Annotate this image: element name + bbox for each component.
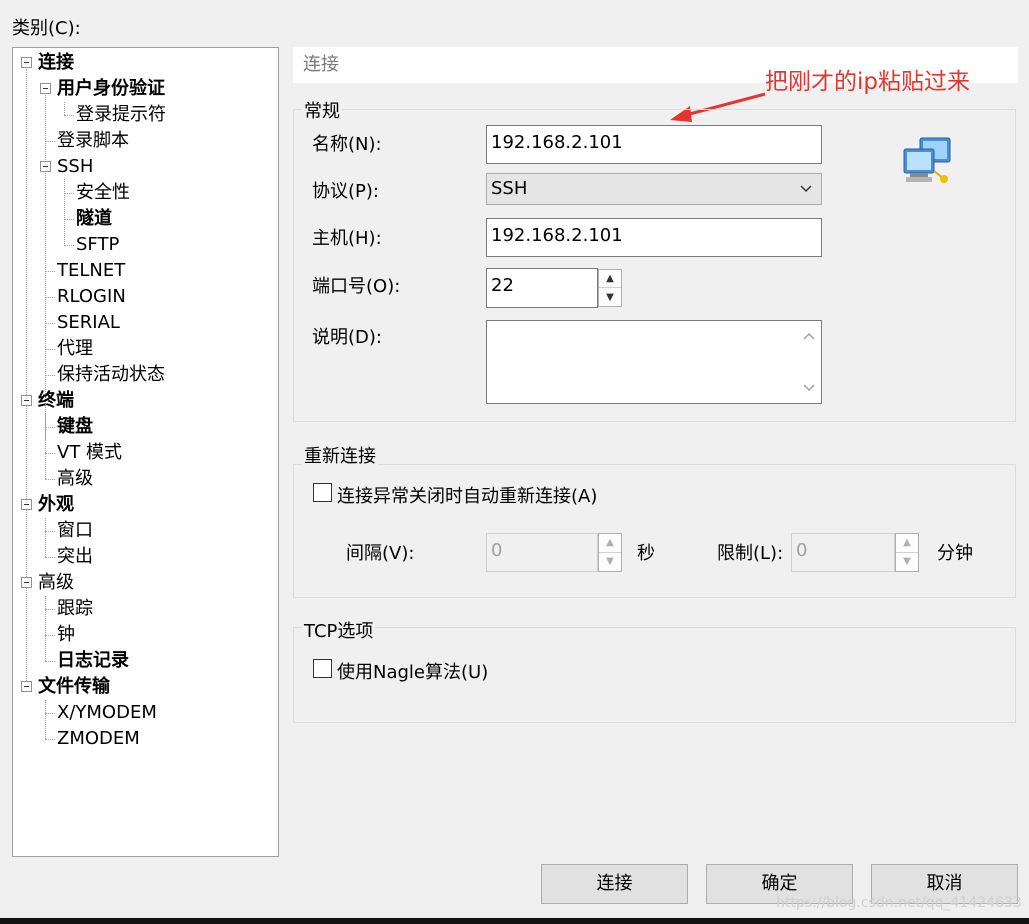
description-label: 说明(D): <box>312 327 382 348</box>
limit-spinner[interactable]: ▲ ▼ <box>895 533 919 572</box>
tree-item-terminal[interactable]: 终端 <box>38 388 74 414</box>
tree-item-rlogin[interactable]: RLOGIN <box>57 284 126 310</box>
general-group-title: 常规 <box>302 97 342 123</box>
nagle-label[interactable]: 使用Nagle算法(U) <box>337 658 488 684</box>
network-computers-icon <box>903 137 951 183</box>
tree-item-sftp[interactable]: SFTP <box>76 232 119 258</box>
host-input[interactable]: 192.168.2.101 <box>486 218 822 257</box>
collapse-auth-icon[interactable] <box>40 83 51 94</box>
tree-item-highlight[interactable]: 突出 <box>57 544 93 570</box>
tree-item-advanced[interactable]: 高级 <box>38 570 74 596</box>
connect-button[interactable]: 连接 <box>541 864 688 904</box>
port-input[interactable]: 22 <box>486 268 598 308</box>
tree-item-ssh[interactable]: SSH <box>57 154 93 180</box>
tree-item-login-script[interactable]: 登录脚本 <box>57 128 129 154</box>
spin-down-icon[interactable]: ▼ <box>896 553 918 572</box>
spin-down-icon[interactable]: ▼ <box>599 553 621 572</box>
limit-unit: 分钟 <box>937 543 973 564</box>
tree-item-zmodem[interactable]: ZMODEM <box>57 726 140 752</box>
interval-input[interactable]: 0 <box>486 533 598 572</box>
tree-item-logging[interactable]: 日志记录 <box>57 648 129 674</box>
interval-unit: 秒 <box>637 543 655 564</box>
spin-down-icon[interactable]: ▼ <box>599 288 621 306</box>
host-label: 主机(H): <box>312 228 382 249</box>
protocol-select-value: SSH <box>491 178 528 199</box>
collapse-terminal-icon[interactable] <box>21 395 32 406</box>
tree-item-connection[interactable]: 连接 <box>38 50 74 76</box>
bottom-edge <box>0 918 1029 924</box>
name-label: 名称(N): <box>312 134 382 155</box>
tree-item-keyboard[interactable]: 键盘 <box>57 414 93 440</box>
tcp-group-title: TCP选项 <box>302 617 376 643</box>
watermark: https://blog.csdn.net/qq_41424633 <box>776 895 1022 911</box>
collapse-appearance-icon[interactable] <box>21 499 32 510</box>
tree-item-file-transfer[interactable]: 文件传输 <box>38 674 110 700</box>
spin-up-icon[interactable]: ▲ <box>599 270 621 288</box>
protocol-select[interactable]: SSH <box>486 173 822 205</box>
limit-label: 限制(L): <box>717 543 784 564</box>
spin-up-icon[interactable]: ▲ <box>896 534 918 553</box>
annotation-text: 把刚才的ip粘贴过来 <box>765 69 970 95</box>
tree-item-telnet[interactable]: TELNET <box>57 258 125 284</box>
tree-item-trace[interactable]: 跟踪 <box>57 596 93 622</box>
spin-up-icon[interactable]: ▲ <box>599 534 621 553</box>
auto-reconnect-label[interactable]: 连接异常关闭时自动重新连接(A) <box>337 482 597 508</box>
scroll-down-icon[interactable] <box>802 383 816 393</box>
collapse-file-transfer-icon[interactable] <box>21 681 32 692</box>
collapse-ssh-icon[interactable] <box>40 161 51 172</box>
category-tree[interactable]: 连接 用户身份验证 登录提示符 登录脚本 SSH 安全性 隧道 SFTP TEL… <box>12 47 279 857</box>
tree-item-login-prompt[interactable]: 登录提示符 <box>76 102 166 128</box>
tree-item-security[interactable]: 安全性 <box>76 180 130 206</box>
tree-item-window[interactable]: 窗口 <box>57 518 93 544</box>
tree-item-vt-mode[interactable]: VT 模式 <box>57 440 122 466</box>
name-input[interactable]: 192.168.2.101 <box>486 125 822 164</box>
protocol-label: 协议(P): <box>312 181 379 202</box>
tree-item-serial[interactable]: SERIAL <box>57 310 120 336</box>
limit-input[interactable]: 0 <box>791 533 895 572</box>
port-spinner[interactable]: ▲ ▼ <box>598 269 622 307</box>
port-label: 端口号(O): <box>312 276 401 297</box>
tree-item-proxy[interactable]: 代理 <box>57 336 93 362</box>
scroll-up-icon[interactable] <box>802 331 816 341</box>
tree-item-tunnel[interactable]: 隧道 <box>76 206 112 232</box>
tree-item-terminal-advanced[interactable]: 高级 <box>57 466 93 492</box>
reconnect-group-title: 重新连接 <box>302 442 378 468</box>
description-input[interactable] <box>486 320 822 404</box>
tree-item-user-auth[interactable]: 用户身份验证 <box>57 76 165 102</box>
interval-label: 间隔(V): <box>346 543 415 564</box>
collapse-advanced-icon[interactable] <box>21 577 32 588</box>
category-label: 类别(C): <box>12 18 81 39</box>
interval-spinner[interactable]: ▲ ▼ <box>598 533 622 572</box>
nagle-checkbox[interactable] <box>313 659 332 678</box>
chevron-down-icon <box>800 185 812 193</box>
tree-item-xymodem[interactable]: X/YMODEM <box>57 700 157 726</box>
auto-reconnect-checkbox[interactable] <box>313 483 332 502</box>
tree-item-bell[interactable]: 钟 <box>57 622 75 648</box>
tree-item-keepalive[interactable]: 保持活动状态 <box>57 362 165 388</box>
collapse-connection-icon[interactable] <box>21 57 32 68</box>
tree-item-appearance[interactable]: 外观 <box>38 492 74 518</box>
description-scrollbar[interactable] <box>797 321 821 403</box>
